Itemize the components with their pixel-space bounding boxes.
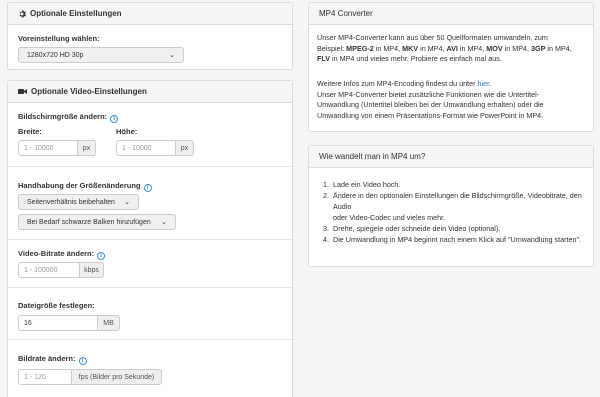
video-settings-title: Optionale Video-Einstellungen <box>31 87 147 96</box>
optional-settings-header: Optionale Einstellungen <box>8 3 292 25</box>
list-item: Lade ein Video hoch. <box>331 179 591 190</box>
list-item: oder Video-Codec und vieles mehr. <box>333 213 446 222</box>
height-label: Höhe: <box>116 127 138 136</box>
divider <box>8 239 292 240</box>
preset-label: Voreinstellung wählen: <box>18 34 100 43</box>
height-unit: px <box>176 140 194 156</box>
list-item: Ändere in den optionalen Einstellungen d… <box>331 190 591 212</box>
divider <box>8 166 292 167</box>
framerate-input[interactable]: 1 - 120 <box>18 369 72 385</box>
bitrate-input[interactable]: 1 - 100000 <box>18 262 80 278</box>
howto-title: Wie wandelt man in MP4 um? <box>319 152 426 161</box>
converter-paragraph-1: Unser MP4-Converter kann aus über 50 Que… <box>317 33 572 63</box>
converter-paragraph-2: Weitere Infos zum MP4-Encoding findest d… <box>317 79 544 120</box>
more-info-link[interactable]: hier <box>477 79 489 88</box>
chevron-down-icon: ⌄ <box>169 52 175 59</box>
video-settings-panel: Optionale Video-Einstellungen Bildschirm… <box>7 80 293 397</box>
list-item: Drehe, spiegele oder schneide dein Video… <box>331 223 591 234</box>
width-input[interactable]: 1 - 10000 <box>18 140 78 156</box>
optional-settings-panel: Optionale Einstellungen Voreinstellung w… <box>7 2 293 70</box>
howto-panel: Wie wandelt man in MP4 um? Lade ein Vide… <box>308 145 594 267</box>
framerate-label: Bildrate ändern: i <box>18 354 87 365</box>
divider <box>8 339 292 340</box>
converter-info-header: MP4 Converter <box>309 3 593 25</box>
video-settings-header: Optionale Video-Einstellungen <box>8 81 292 103</box>
width-label: Breite: <box>18 127 42 136</box>
info-icon[interactable]: i <box>110 115 119 123</box>
framerate-unit: fps (Bilder pro Sekunde) <box>72 369 162 385</box>
list-item: Die Umwandlung in MP4 beginnt nach einem… <box>331 234 591 245</box>
bars-select[interactable]: Bei Bedarf schwarze Balken hinzufügen ⌄ <box>18 214 176 230</box>
info-icon[interactable]: i <box>143 184 152 192</box>
chevron-down-icon: ⌄ <box>124 199 130 206</box>
gear-icon <box>18 10 26 18</box>
howto-steps: Lade ein Video hoch. Ändere in den optio… <box>319 179 591 245</box>
aspect-value: Seitenverhältnis beibehalten <box>27 198 115 206</box>
bitrate-label: Video-Bitrate ändern: i <box>18 249 106 260</box>
chevron-down-icon: ⌄ <box>161 219 167 226</box>
bitrate-unit: kbps <box>80 262 104 278</box>
howto-header: Wie wandelt man in MP4 um? <box>309 146 593 168</box>
aspect-select[interactable]: Seitenverhältnis beibehalten ⌄ <box>18 194 139 210</box>
divider <box>8 287 292 288</box>
width-unit: px <box>78 140 96 156</box>
converter-info-panel: MP4 Converter Unser MP4-Converter kann a… <box>308 2 594 132</box>
info-icon[interactable]: i <box>97 252 106 260</box>
filesize-input[interactable]: 16 <box>18 315 98 331</box>
video-camera-icon <box>18 88 27 95</box>
height-input[interactable]: 1 - 10000 <box>116 140 176 156</box>
screen-size-label: Bildschirmgröße ändern: i <box>18 112 119 123</box>
optional-settings-title: Optionale Einstellungen <box>30 9 122 18</box>
converter-title: MP4 Converter <box>319 9 373 18</box>
filesize-unit: MB <box>98 315 120 331</box>
info-icon[interactable]: i <box>78 357 87 365</box>
resize-label: Handhabung der Größenänderung i <box>18 181 152 192</box>
preset-select[interactable]: 1280x720 HD 30p ⌄ <box>18 47 184 63</box>
filesize-label: Dateigröße festlegen: <box>18 301 95 310</box>
preset-value: 1280x720 HD 30p <box>27 51 84 59</box>
bars-value: Bei Bedarf schwarze Balken hinzufügen <box>27 218 151 226</box>
